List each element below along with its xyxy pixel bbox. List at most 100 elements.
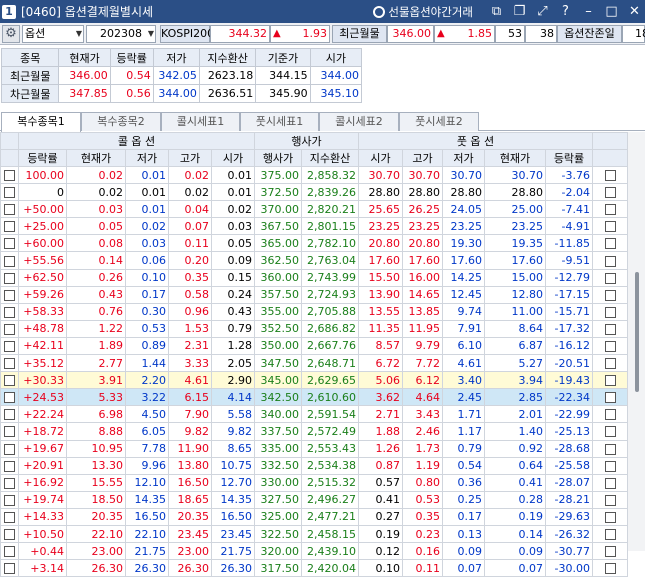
call-checkbox[interactable] — [4, 494, 15, 506]
call-checkbox[interactable] — [4, 221, 15, 233]
call-checkbox[interactable] — [4, 255, 15, 267]
table-row[interactable]: +62.50 0.26 0.10 0.35 0.15 360.00 2,743.99 15.5… — [0, 268, 628, 287]
put-checkbox[interactable] — [604, 187, 616, 199]
call-checkbox[interactable] — [4, 187, 15, 199]
table-cell: 28.80 — [442, 183, 485, 202]
night-trading-link[interactable]: 선물옵션야간거래 — [388, 4, 473, 20]
call-checkbox[interactable] — [4, 443, 15, 455]
table-cell: 0.89 — [125, 336, 169, 356]
put-checkbox[interactable] — [604, 426, 616, 438]
put-checkbox[interactable] — [604, 306, 616, 318]
call-checkbox[interactable] — [4, 358, 15, 370]
table-row[interactable]: +58.33 0.76 0.30 0.96 0.43 355.00 2,705.88 13.5… — [0, 302, 628, 321]
put-checkbox[interactable] — [604, 323, 616, 335]
put-checkbox[interactable] — [604, 289, 616, 301]
put-checkbox[interactable] — [604, 546, 616, 558]
put-checkbox[interactable] — [604, 238, 616, 250]
table-row[interactable]: +48.78 1.22 0.53 1.53 0.79 352.50 2,686.82 11.3… — [0, 319, 628, 338]
put-checkbox[interactable] — [604, 477, 616, 489]
table-row[interactable]: +60.00 0.08 0.03 0.11 0.05 365.00 2,782.10 20.8… — [0, 234, 628, 253]
call-checkbox[interactable] — [4, 289, 15, 301]
table-row[interactable]: +35.12 2.77 1.44 3.33 2.05 347.50 2,648.71 6.72… — [0, 354, 628, 373]
tab-multi-1[interactable]: 복수종목1 — [1, 112, 81, 132]
table-cell: -17.15 — [545, 285, 593, 304]
put-checkbox[interactable] — [604, 392, 616, 404]
put-checkbox[interactable] — [604, 272, 616, 284]
put-checkbox[interactable] — [604, 443, 616, 455]
tab-call-table-1[interactable]: 콜시세표1 — [161, 112, 240, 131]
link-window-icon[interactable]: ⧉ — [488, 3, 505, 20]
table-row[interactable]: +59.26 0.43 0.17 0.58 0.24 357.50 2,724.93 13.9… — [0, 285, 628, 304]
put-checkbox[interactable] — [604, 563, 616, 575]
tab-put-table-2[interactable]: 풋시세표2 — [399, 112, 479, 131]
call-checkbox[interactable] — [4, 409, 15, 421]
summary-row[interactable]: 최근월물 346.00 0.54 342.05 2623.18 344.15 3… — [0, 66, 363, 85]
call-checkbox[interactable] — [4, 204, 15, 216]
call-checkbox[interactable] — [4, 460, 15, 472]
table-row[interactable]: +30.33 3.91 2.20 4.61 2.90 345.00 2,629.65 5.06… — [0, 371, 628, 390]
call-checkbox[interactable] — [4, 392, 15, 404]
minimize-icon[interactable]: – — [580, 3, 597, 20]
put-checkbox[interactable] — [604, 170, 616, 182]
put-checkbox[interactable] — [604, 221, 616, 233]
call-checkbox[interactable] — [4, 546, 15, 558]
expiry-month-select[interactable]: 202308 ▼ — [86, 25, 156, 43]
settings-gear-icon[interactable]: ⚙ — [2, 25, 20, 43]
put-checkbox[interactable] — [604, 340, 616, 352]
call-checkbox[interactable] — [4, 426, 15, 438]
scrollbar-thumb[interactable] — [635, 272, 639, 392]
table-cell: -28.68 — [545, 439, 593, 458]
table-row[interactable]: 0 0.02 0.01 0.02 0.01 372.50 2,839.26 28.80 28.8… — [0, 183, 628, 202]
table-row[interactable]: +24.53 5.33 3.22 6.15 4.14 342.50 2,610.60 3.62… — [0, 388, 628, 407]
table-cell: 355.00 — [254, 302, 302, 321]
table-row[interactable]: +22.24 6.98 4.50 7.90 5.58 340.00 2,591.54 2.71… — [0, 405, 628, 424]
put-checkbox[interactable] — [604, 511, 616, 523]
put-checkbox[interactable] — [604, 494, 616, 506]
table-row[interactable]: +42.11 1.89 0.89 2.31 1.28 350.00 2,667.76 8.57… — [0, 336, 628, 356]
put-checkbox[interactable] — [604, 375, 616, 387]
pin-icon[interactable]: ⤢ — [534, 3, 551, 20]
table-row[interactable]: +19.74 18.50 14.35 18.65 14.35 327.50 2,496.27… — [0, 490, 628, 509]
put-checkbox[interactable] — [604, 529, 616, 541]
close-icon[interactable]: ✕ — [626, 3, 643, 20]
put-checkbox[interactable] — [604, 358, 616, 370]
product-type-select[interactable]: 옵션 ▼ — [22, 25, 84, 43]
table-row[interactable]: +25.00 0.05 0.02 0.07 0.03 367.50 2,801.15 23.2… — [0, 217, 628, 236]
restore-icon[interactable]: ❐ — [511, 3, 528, 20]
table-row[interactable]: +18.72 8.88 6.05 9.82 9.82 337.50 2,572.49 1.88… — [0, 422, 628, 441]
table-cell: 0.30 — [125, 302, 169, 321]
tab-call-table-2[interactable]: 콜시세표2 — [319, 112, 399, 131]
call-checkbox[interactable] — [4, 238, 15, 250]
table-row[interactable]: +19.67 10.95 7.78 11.90 8.65 335.00 2,553.43 1.… — [0, 439, 628, 458]
table-row[interactable]: +14.33 20.35 16.50 20.35 16.50 325.00 2,477.21… — [0, 507, 628, 526]
call-checkbox[interactable] — [4, 375, 15, 387]
table-row[interactable]: +16.92 15.55 12.10 16.50 12.70 330.00 2,515.32… — [0, 473, 628, 492]
call-checkbox[interactable] — [4, 272, 15, 284]
help-icon[interactable]: ? — [557, 3, 574, 20]
put-checkbox[interactable] — [604, 204, 616, 216]
call-checkbox[interactable] — [4, 529, 15, 541]
table-row[interactable]: +3.14 26.30 26.30 26.30 26.30 317.50 2,420.04 0… — [0, 559, 628, 577]
put-checkbox[interactable] — [604, 409, 616, 421]
vertical-scrollbar[interactable] — [627, 132, 645, 551]
call-checkbox[interactable] — [4, 306, 15, 318]
call-checkbox[interactable] — [4, 511, 15, 523]
table-row[interactable]: +0.44 23.00 21.75 23.00 21.75 320.00 2,439.10 0… — [0, 542, 628, 561]
call-checkbox[interactable] — [4, 563, 15, 575]
summary-row[interactable]: 차근월물 347.85 0.56 344.00 2636.51 345.90 3… — [0, 84, 363, 103]
table-row[interactable]: +55.56 0.14 0.06 0.20 0.09 362.50 2,763.04 17.6… — [0, 251, 628, 270]
put-checkbox[interactable] — [604, 460, 616, 472]
table-row[interactable]: +50.00 0.03 0.01 0.04 0.02 370.00 2,820.21 25.6… — [0, 200, 628, 219]
table-row[interactable]: +10.50 22.10 22.10 23.45 23.45 322.50 2,458.15… — [0, 524, 628, 544]
call-checkbox[interactable] — [4, 477, 15, 489]
title-bar: 1 [0460] 옵션결제월별시세 선물옵션야간거래 ⧉ ❐ ⤢ ? – □ ✕ — [0, 0, 645, 23]
put-checkbox[interactable] — [604, 255, 616, 267]
table-row[interactable]: +20.91 13.30 9.96 13.80 10.75 332.50 2,534.38 0… — [0, 456, 628, 475]
tab-put-table-1[interactable]: 풋시세표1 — [240, 112, 319, 131]
table-row[interactable]: 100.00 0.02 0.01 0.02 0.01 375.00 2,858.32 30.7… — [0, 165, 628, 185]
tab-multi-2[interactable]: 복수종목2 — [81, 112, 161, 131]
maximize-icon[interactable]: □ — [603, 3, 620, 20]
call-checkbox[interactable] — [4, 170, 15, 182]
call-checkbox[interactable] — [4, 323, 15, 335]
call-checkbox[interactable] — [4, 340, 15, 352]
